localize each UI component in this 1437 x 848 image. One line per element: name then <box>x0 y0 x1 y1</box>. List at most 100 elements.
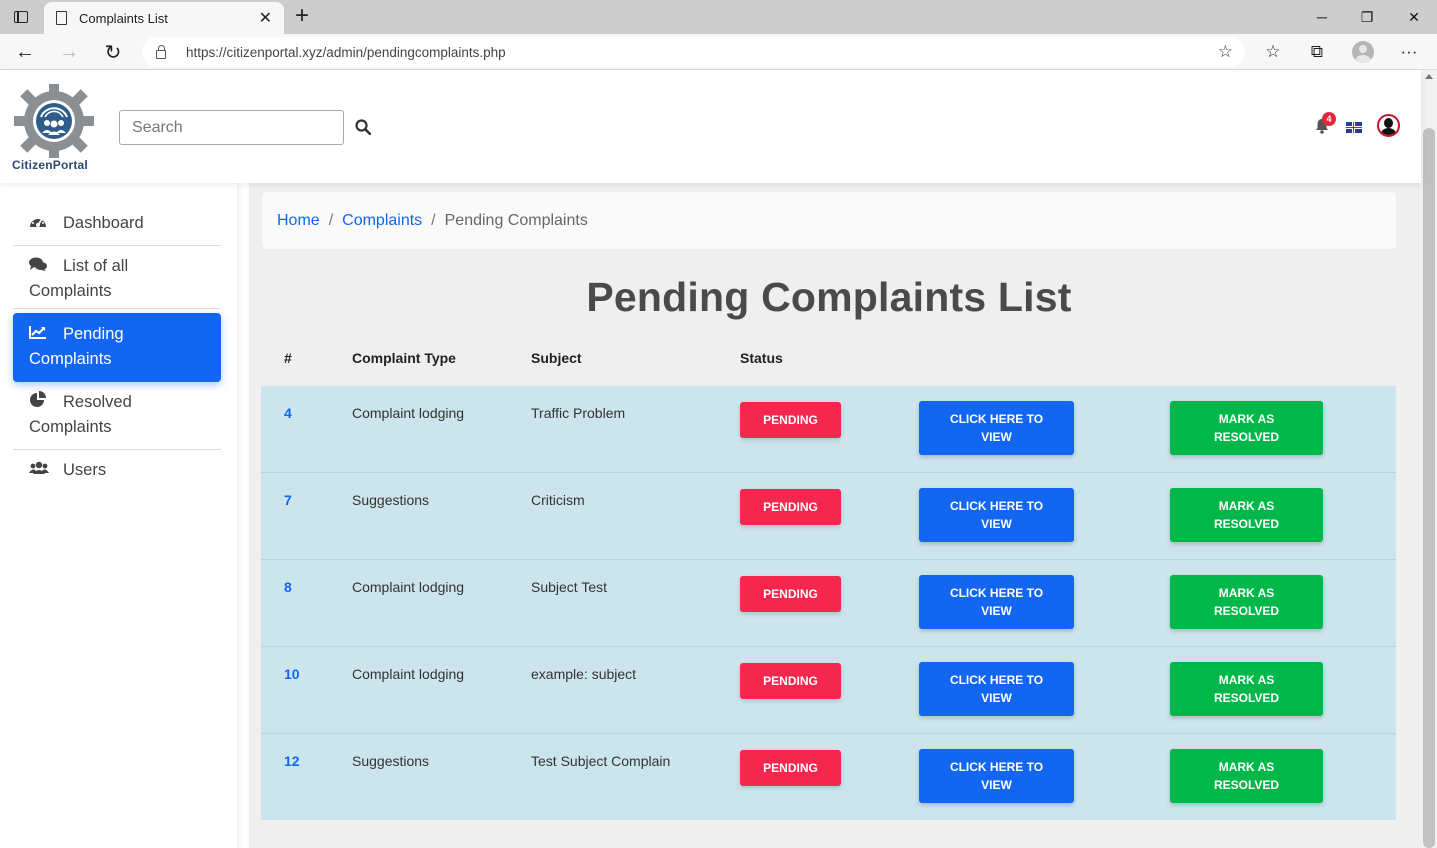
mark-resolved-button[interactable]: MARK AS RESOLVED <box>1170 575 1323 629</box>
breadcrumb-separator: / <box>328 211 334 229</box>
url-text: https://citizenportal.xyz/admin/pendingc… <box>186 44 506 60</box>
new-tab-button[interactable]: + <box>290 3 314 29</box>
pie-chart-icon <box>29 390 49 415</box>
back-button[interactable]: ← <box>10 38 40 66</box>
page-icon <box>56 11 67 25</box>
brand-name: CitizenPortal <box>12 158 88 172</box>
close-window-button[interactable]: ✕ <box>1392 0 1436 34</box>
minimize-button[interactable]: ─ <box>1300 0 1344 34</box>
search-input[interactable] <box>119 110 344 145</box>
table-row: 7 Suggestions Criticism PENDING CLICK HE… <box>261 473 1396 560</box>
complaint-subject: example: subject <box>531 666 637 682</box>
main-content: Home / Complaints / Pending Complaints P… <box>249 183 1421 848</box>
sidebar-item-all-complaints[interactable]: List of all Complaints <box>13 254 221 304</box>
status-badge: PENDING <box>740 576 841 612</box>
column-header-number: # <box>284 350 292 366</box>
complaint-type: Complaint lodging <box>352 405 465 421</box>
sidebar-item-resolved-complaints[interactable]: Resolved Complaints <box>13 390 221 440</box>
sidebar: Dashboard List of all Complaints Pending… <box>0 183 237 848</box>
complaint-subject: Subject Test <box>531 579 608 595</box>
add-favorite-icon[interactable]: ☆ <box>1218 42 1233 62</box>
page-title: Pending Complaints List <box>586 274 1072 320</box>
column-header-subject: Subject <box>531 350 582 366</box>
tab-close-icon[interactable]: ✕ <box>259 8 272 28</box>
complaint-subject: Traffic Problem <box>531 405 626 421</box>
gear-logo-icon <box>14 84 94 158</box>
breadcrumb-home[interactable]: Home <box>277 212 320 230</box>
complaint-type: Complaint lodging <box>352 579 465 595</box>
complaint-id-link[interactable]: 7 <box>284 492 292 508</box>
column-header-type: Complaint Type <box>352 350 456 366</box>
browser-toolbar: ← → ↻ https://citizenportal.xyz/admin/pe… <box>0 34 1437 70</box>
view-complaint-button[interactable]: CLICK HERE TO VIEW <box>919 401 1074 455</box>
sidebar-item-pending-complaints[interactable]: Pending Complaints <box>13 313 221 382</box>
table-row: 4 Complaint lodging Traffic Problem PEND… <box>261 386 1396 473</box>
users-icon <box>29 458 49 483</box>
notification-badge: 4 <box>1322 112 1336 126</box>
tab-actions-icon <box>14 11 28 23</box>
mark-resolved-button[interactable]: MARK AS RESOLVED <box>1170 401 1323 455</box>
sidebar-item-label: Dashboard <box>63 214 144 232</box>
divider <box>13 449 221 450</box>
page-scrollbar[interactable] <box>1421 70 1437 848</box>
complaint-type: Suggestions <box>352 753 430 769</box>
scroll-up-arrow-icon[interactable] <box>1425 74 1433 79</box>
breadcrumb: Home / Complaints / Pending Complaints <box>262 192 1396 249</box>
collections-icon[interactable]: ⧉ <box>1303 39 1331 65</box>
view-complaint-button[interactable]: CLICK HERE TO VIEW <box>919 575 1074 629</box>
mark-resolved-button[interactable]: MARK AS RESOLVED <box>1170 662 1323 716</box>
sidebar-item-dashboard[interactable]: Dashboard <box>13 211 221 236</box>
sidebar-item-users[interactable]: Users <box>13 458 221 483</box>
gauge-icon <box>29 211 49 236</box>
browser-tab[interactable]: Complaints List ✕ <box>44 2 284 34</box>
favorites-icon[interactable]: ☆ <box>1259 39 1287 65</box>
browser-tab-bar: Complaints List ✕ + ─ ❐ ✕ <box>0 0 1437 34</box>
comments-icon <box>29 254 49 279</box>
column-header-status: Status <box>740 350 783 366</box>
breadcrumb-complaints[interactable]: Complaints <box>342 212 422 230</box>
logo[interactable]: CitizenPortal <box>10 84 100 174</box>
complaint-id-link[interactable]: 10 <box>284 666 300 682</box>
status-badge: PENDING <box>740 402 841 438</box>
chart-line-icon <box>29 322 49 347</box>
refresh-button[interactable]: ↻ <box>98 38 128 66</box>
mark-resolved-button[interactable]: MARK AS RESOLVED <box>1170 749 1323 803</box>
profile-button[interactable] <box>1349 39 1377 65</box>
view-complaint-button[interactable]: CLICK HERE TO VIEW <box>919 488 1074 542</box>
complaint-subject: Test Subject Complain <box>531 753 671 769</box>
complaints-table: 4 Complaint lodging Traffic Problem PEND… <box>261 386 1396 820</box>
breadcrumb-current: Pending Complaints <box>444 211 588 229</box>
status-badge: PENDING <box>740 489 841 525</box>
mark-resolved-button[interactable]: MARK AS RESOLVED <box>1170 488 1323 542</box>
address-bar[interactable]: https://citizenportal.xyz/admin/pendingc… <box>142 37 1245 67</box>
lock-icon <box>156 44 166 59</box>
status-badge: PENDING <box>740 750 841 786</box>
search-button[interactable] <box>352 116 374 138</box>
complaint-id-link[interactable]: 8 <box>284 579 292 595</box>
tab-title: Complaints List <box>79 10 168 26</box>
complaint-type: Complaint lodging <box>352 666 465 682</box>
profile-icon <box>1352 41 1374 63</box>
forward-button[interactable]: → <box>54 38 84 66</box>
settings-menu-icon[interactable]: ··· <box>1395 39 1423 65</box>
restore-button[interactable]: ❐ <box>1345 0 1389 34</box>
scrollbar-thumb[interactable] <box>1423 128 1435 848</box>
tab-actions-button[interactable] <box>8 6 34 28</box>
app-header: CitizenPortal 4 <box>0 70 1421 183</box>
sidebar-item-label: Users <box>63 461 107 479</box>
divider <box>13 308 221 309</box>
breadcrumb-separator: / <box>431 211 436 229</box>
complaint-type: Suggestions <box>352 492 430 508</box>
user-avatar[interactable] <box>1377 114 1400 137</box>
uk-flag-icon[interactable] <box>1346 122 1362 133</box>
search-icon <box>355 119 371 135</box>
divider <box>13 245 221 246</box>
status-badge: PENDING <box>740 663 841 699</box>
view-complaint-button[interactable]: CLICK HERE TO VIEW <box>919 662 1074 716</box>
table-row: 8 Complaint lodging Subject Test PENDING… <box>261 560 1396 647</box>
table-row: 10 Complaint lodging example: subject PE… <box>261 647 1396 734</box>
complaint-id-link[interactable]: 4 <box>284 405 292 421</box>
complaint-subject: Criticism <box>531 492 585 508</box>
view-complaint-button[interactable]: CLICK HERE TO VIEW <box>919 749 1074 803</box>
complaint-id-link[interactable]: 12 <box>284 753 300 769</box>
